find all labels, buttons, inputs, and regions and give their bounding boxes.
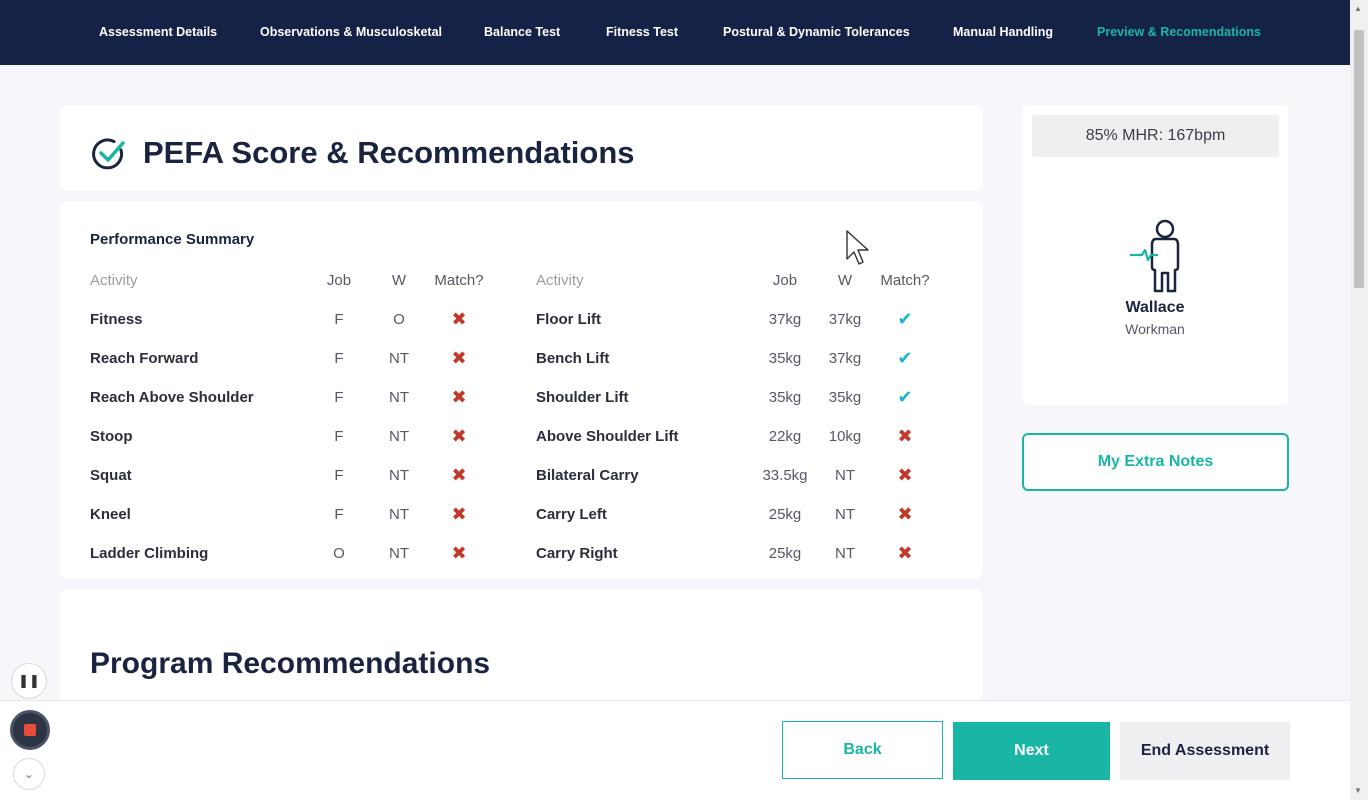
top-navigation: Assessment Details Observations & Muscul… [0, 0, 1350, 65]
scroll-up-arrow-icon[interactable]: ▲ [1354, 4, 1362, 13]
match-check-icon: ✔ [897, 387, 913, 407]
worker-value: NT [835, 545, 855, 562]
program-recommendations-heading: Program Recommendations [90, 647, 491, 680]
scrollbar-thumb[interactable] [1354, 30, 1364, 288]
mouse-pointer-icon [846, 230, 869, 265]
worker-value: O [393, 311, 405, 328]
job-value: 33.5kg [762, 467, 808, 484]
job-value: F [334, 350, 344, 367]
worker-value: NT [389, 545, 409, 562]
activity-name: Fitness [90, 311, 143, 328]
left-header-match: Match? [434, 272, 484, 289]
no-match-x-icon: ✖ [451, 465, 467, 485]
tab-preview-recommendations[interactable]: Preview & Recomendations [1097, 25, 1261, 39]
worker-role: Workman [1125, 321, 1185, 337]
footer-bar: Back Next End Assessment [0, 700, 1350, 800]
job-value: O [333, 545, 345, 562]
worker-value: NT [835, 467, 855, 484]
no-match-x-icon: ✖ [897, 426, 913, 446]
right-header-job: Job [772, 272, 798, 289]
tab-observations-musculoskeletal[interactable]: Observations & Musculosketal [260, 25, 442, 39]
activity-name: Ladder Climbing [90, 545, 209, 562]
job-value: F [334, 506, 344, 523]
left-header-activity: Activity [90, 272, 138, 289]
worker-value: NT [389, 389, 409, 406]
job-value: F [334, 311, 344, 328]
worker-value: 35kg [828, 389, 862, 406]
page-scrollbar[interactable]: ▲ ▼ [1350, 0, 1368, 800]
activity-name: Kneel [90, 506, 131, 523]
job-value: 35kg [768, 350, 802, 367]
worker-value: NT [389, 350, 409, 367]
no-match-x-icon: ✖ [451, 387, 467, 407]
left-header-w: W [391, 272, 407, 289]
chevron-down-icon[interactable]: ⌄ [13, 758, 45, 790]
worker-value: 10kg [828, 428, 862, 445]
tab-assessment-details[interactable]: Assessment Details [99, 25, 217, 39]
page-title: PEFA Score & Recommendations [143, 135, 635, 170]
worker-profile-card: 85% MHR: 167bpm Wallace Workman [1022, 105, 1288, 405]
title-card: PEFA Score & Recommendations [60, 105, 982, 191]
activity-name: Reach Above Shoulder [90, 389, 254, 406]
performance-summary-heading: Performance Summary [90, 231, 255, 248]
activity-name: Bench Lift [536, 350, 610, 367]
match-check-icon: ✔ [897, 348, 913, 368]
job-value: F [334, 389, 344, 406]
job-value: 22kg [768, 428, 802, 445]
scroll-down-arrow-icon[interactable]: ▼ [1354, 786, 1362, 795]
right-header-activity: Activity [536, 272, 584, 289]
match-check-icon: ✔ [897, 309, 913, 329]
left-header-job: Job [326, 272, 352, 289]
right-header-w: W [837, 272, 853, 289]
activity-name: Stoop [90, 428, 133, 445]
no-match-x-icon: ✖ [451, 309, 467, 329]
stop-icon [24, 724, 36, 736]
activity-name: Above Shoulder Lift [536, 428, 679, 445]
tab-balance-test[interactable]: Balance Test [484, 25, 560, 39]
tab-manual-handling[interactable]: Manual Handling [953, 25, 1053, 39]
pause-icon[interactable]: ❚❚ [11, 663, 47, 699]
activity-name: Bilateral Carry [536, 467, 639, 484]
job-value: 25kg [768, 545, 802, 562]
back-button[interactable]: Back [782, 721, 943, 779]
worker-value: 37kg [828, 350, 862, 367]
job-value: 25kg [768, 506, 802, 523]
no-match-x-icon: ✖ [897, 465, 913, 485]
tab-fitness-test[interactable]: Fitness Test [606, 25, 678, 39]
no-match-x-icon: ✖ [897, 504, 913, 524]
worker-value: NT [389, 467, 409, 484]
performance-summary-card: Performance Summary Activity Job W Match… [60, 201, 982, 579]
right-header-match: Match? [880, 272, 930, 289]
job-value: 37kg [768, 311, 802, 328]
job-value: 35kg [768, 389, 802, 406]
no-match-x-icon: ✖ [451, 504, 467, 524]
worker-name: Wallace [1125, 299, 1185, 316]
worker-value: NT [389, 506, 409, 523]
job-value: F [334, 467, 344, 484]
activity-name: Floor Lift [536, 311, 601, 328]
worker-value: NT [389, 428, 409, 445]
activity-name: Carry Right [536, 545, 618, 562]
activity-name: Reach Forward [90, 350, 199, 367]
activity-name: Carry Left [536, 506, 607, 523]
job-value: F [334, 428, 344, 445]
no-match-x-icon: ✖ [897, 543, 913, 563]
worker-value: 37kg [828, 311, 862, 328]
no-match-x-icon: ✖ [451, 543, 467, 563]
activity-name: Squat [90, 467, 132, 484]
person-heartbeat-icon [1130, 219, 1180, 293]
no-match-x-icon: ✖ [451, 426, 467, 446]
worker-value: NT [835, 506, 855, 523]
stop-recording-button[interactable] [10, 710, 50, 750]
mhr-badge: 85% MHR: 167bpm [1032, 115, 1279, 157]
next-button[interactable]: Next [953, 722, 1110, 780]
check-circle-icon [92, 138, 125, 170]
no-match-x-icon: ✖ [451, 348, 467, 368]
tab-postural-dynamic-tolerances[interactable]: Postural & Dynamic Tolerances [723, 25, 910, 39]
activity-name: Shoulder Lift [536, 389, 629, 406]
my-extra-notes-button[interactable]: My Extra Notes [1022, 433, 1289, 491]
end-assessment-button[interactable]: End Assessment [1120, 722, 1290, 780]
